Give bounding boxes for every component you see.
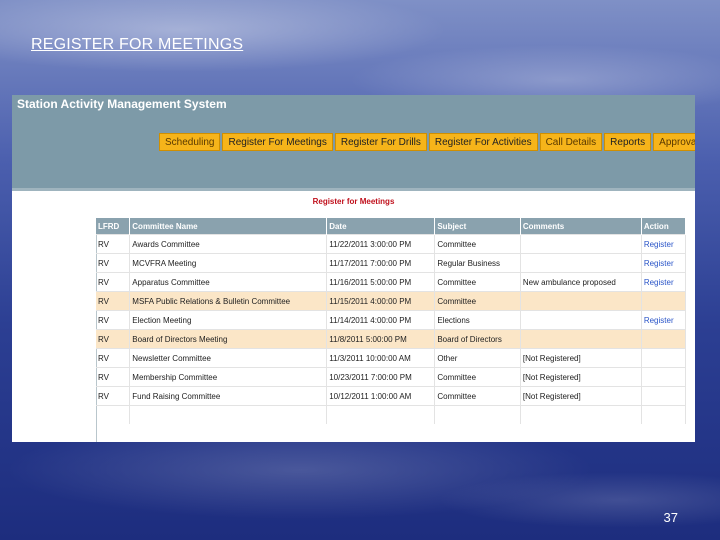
cell-subject: Committee bbox=[434, 234, 521, 254]
slide-title: REGISTER FOR MEETINGS bbox=[31, 36, 244, 53]
table-row: RV Newsletter Committee 11/3/2011 10:00:00… bbox=[96, 348, 687, 368]
cell-committee-name: Newsletter Committee bbox=[129, 348, 328, 368]
cell-comments bbox=[520, 291, 642, 311]
cell-lfrd: RV bbox=[96, 348, 131, 368]
cell-comments bbox=[520, 234, 642, 254]
col-action: Action bbox=[641, 218, 687, 235]
cell-committee-name: Election Meeting bbox=[129, 310, 328, 330]
register-link[interactable]: Register bbox=[641, 272, 687, 292]
col-comments: Comments bbox=[520, 218, 642, 235]
nav-call-details[interactable]: Call Details bbox=[539, 133, 603, 151]
empty-cell bbox=[96, 405, 131, 424]
col-committee-name: Committee Name bbox=[129, 218, 328, 235]
cell-action bbox=[641, 348, 687, 368]
cell-date: 11/14/2011 4:00:00 PM bbox=[326, 310, 436, 330]
table-row: RV Apparatus Committee 11/16/2011 5:00:00 … bbox=[96, 272, 687, 292]
nav-reports[interactable]: Reports bbox=[604, 133, 652, 151]
cell-subject: Committee bbox=[434, 367, 521, 387]
empty-cell bbox=[434, 405, 521, 424]
col-lfrd: LFRD bbox=[96, 218, 131, 235]
col-subject: Subject bbox=[434, 218, 521, 235]
cell-action bbox=[641, 329, 687, 349]
meetings-table: LFRD Committee Name Date Subject Comment… bbox=[96, 218, 687, 424]
cell-date: 11/3/2011 10:00:00 AM bbox=[326, 348, 436, 368]
cell-subject: Other bbox=[434, 348, 521, 368]
cell-lfrd: RV bbox=[96, 234, 131, 254]
cell-lfrd: RV bbox=[96, 291, 131, 311]
cell-committee-name: Apparatus Committee bbox=[129, 272, 328, 292]
table-row: RV Board of Directors Meeting 11/8/2011 5:… bbox=[96, 329, 687, 349]
empty-cell bbox=[129, 405, 328, 424]
cell-comments: [Not Registered] bbox=[520, 386, 642, 406]
cell-comments: [Not Registered] bbox=[520, 348, 642, 368]
cell-date: 11/22/2011 3:00:00 PM bbox=[326, 234, 436, 254]
nav-bar: Scheduling Register For Meetings Registe… bbox=[159, 133, 695, 151]
cell-committee-name: Awards Committee bbox=[129, 234, 328, 254]
cell-action bbox=[641, 386, 687, 406]
cell-date: 11/8/2011 5:00:00 PM bbox=[326, 329, 436, 349]
cell-subject: Elections bbox=[434, 310, 521, 330]
col-date: Date bbox=[326, 218, 436, 235]
app-title: Station Activity Management System bbox=[17, 97, 227, 111]
cell-subject: Regular Business bbox=[434, 253, 521, 273]
cell-subject: Committee bbox=[434, 272, 521, 292]
table-row: RV Awards Committee 11/22/2011 3:00:00 PM C… bbox=[96, 234, 687, 254]
cell-date: 10/12/2011 1:00:00 AM bbox=[326, 386, 436, 406]
empty-cell bbox=[326, 405, 436, 424]
table-row: RV MCVFRA Meeting 11/17/2011 7:00:00 PM Reg… bbox=[96, 253, 687, 273]
cell-date: 11/16/2011 5:00:00 PM bbox=[326, 272, 436, 292]
cell-action bbox=[641, 291, 687, 311]
main-content: Register for Meetings LFRD Committee Nam… bbox=[12, 191, 695, 442]
cell-date: 11/17/2011 7:00:00 PM bbox=[326, 253, 436, 273]
cell-comments: [Not Registered] bbox=[520, 367, 642, 387]
cell-lfrd: RV bbox=[96, 272, 131, 292]
register-link[interactable]: Register bbox=[641, 234, 687, 254]
register-link[interactable]: Register bbox=[641, 310, 687, 330]
cell-subject: Board of Directors bbox=[434, 329, 521, 349]
table-header-row: LFRD Committee Name Date Subject Comment… bbox=[96, 218, 687, 235]
app-header: Station Activity Management System Sched… bbox=[12, 95, 695, 188]
cell-subject: Committee bbox=[434, 291, 521, 311]
nav-register-drills[interactable]: Register For Drills bbox=[334, 133, 427, 151]
cell-comments: New ambulance proposed bbox=[520, 272, 642, 292]
nav-approvals[interactable]: Approvals bbox=[653, 133, 695, 151]
table-row: RV MSFA Public Relations & Bulletin Commi… bbox=[96, 291, 687, 311]
nav-register-activities[interactable]: Register For Activities bbox=[428, 133, 538, 151]
cell-lfrd: RV bbox=[96, 367, 131, 387]
cell-comments bbox=[520, 253, 642, 273]
cell-committee-name: Membership Committee bbox=[129, 367, 328, 387]
cell-date: 10/23/2011 7:00:00 PM bbox=[326, 367, 436, 387]
register-link[interactable]: Register bbox=[641, 253, 687, 273]
cell-lfrd: RV bbox=[96, 329, 131, 349]
app-screenshot: Station Activity Management System Sched… bbox=[12, 95, 695, 442]
cell-lfrd: RV bbox=[96, 253, 131, 273]
slide-number: 37 bbox=[663, 510, 678, 525]
table-row: RV Fund Raising Committee 10/12/2011 1:00:… bbox=[96, 386, 687, 406]
cell-subject: Committee bbox=[434, 386, 521, 406]
cell-lfrd: RV bbox=[96, 310, 131, 330]
cell-comments bbox=[520, 310, 642, 330]
section-title: Register for Meetings bbox=[312, 197, 395, 206]
cell-committee-name: Board of Directors Meeting bbox=[129, 329, 328, 349]
cell-lfrd: RV bbox=[96, 386, 131, 406]
nav-scheduling[interactable]: Scheduling bbox=[159, 133, 221, 151]
empty-cell bbox=[520, 405, 642, 424]
cell-committee-name: MCVFRA Meeting bbox=[129, 253, 328, 273]
table-row: RV Membership Committee 10/23/2011 7:00:00… bbox=[96, 367, 687, 387]
cell-date: 11/15/2011 4:00:00 PM bbox=[326, 291, 436, 311]
empty-cell bbox=[641, 405, 687, 424]
nav-register-meetings[interactable]: Register For Meetings bbox=[222, 133, 333, 151]
cell-committee-name: MSFA Public Relations & Bulletin Committ… bbox=[129, 291, 328, 311]
cell-action bbox=[641, 367, 687, 387]
cell-comments bbox=[520, 329, 642, 349]
cell-committee-name: Fund Raising Committee bbox=[129, 386, 328, 406]
table-row: RV Election Meeting 11/14/2011 4:00:00 PM E… bbox=[96, 310, 687, 330]
table-row-empty bbox=[96, 405, 687, 424]
